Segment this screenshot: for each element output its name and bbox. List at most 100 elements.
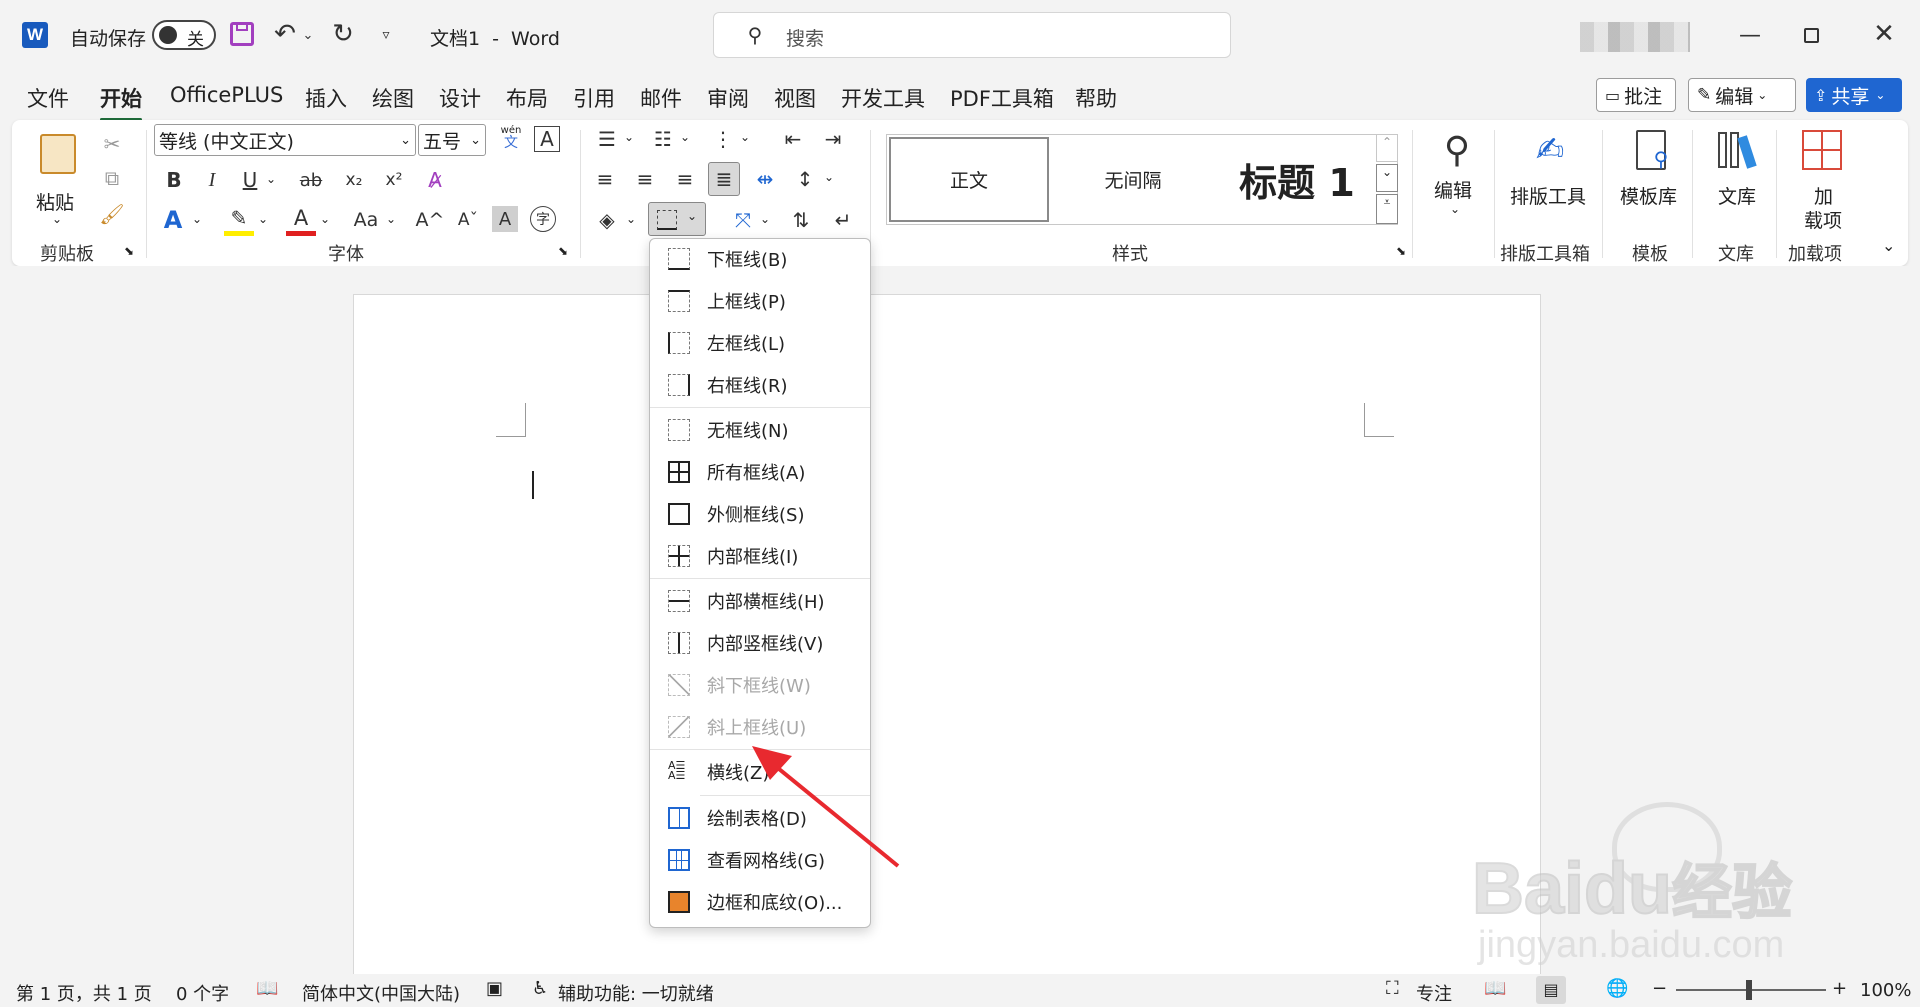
cut-icon[interactable]: ✂: [98, 130, 126, 158]
minimize-icon[interactable]: —: [1730, 18, 1770, 52]
tab-view[interactable]: 视图: [774, 83, 816, 113]
zoom-out-icon[interactable]: −: [1652, 978, 1667, 999]
dialog-launcher-icon[interactable]: ⬊: [1396, 244, 1406, 258]
autosave-toggle[interactable]: 关: [152, 20, 216, 50]
save-icon[interactable]: [230, 22, 254, 46]
close-icon[interactable]: ✕: [1866, 16, 1902, 52]
menu-item-inside-vertical[interactable]: 内部竖框线(V): [650, 625, 870, 661]
undo-dropdown-icon[interactable]: ⌄: [300, 20, 316, 50]
read-mode-icon[interactable]: 📖: [1484, 978, 1506, 999]
tab-developer[interactable]: 开发工具: [841, 83, 925, 113]
restore-icon[interactable]: [1804, 28, 1819, 43]
strikethrough-button[interactable]: ab: [296, 166, 326, 194]
phonetic-guide-button[interactable]: wén 文: [496, 124, 526, 156]
comments-button[interactable]: ▭ 批注: [1596, 78, 1676, 112]
library-button[interactable]: 文库: [1702, 126, 1772, 236]
style-heading-1[interactable]: 标题 1: [1217, 137, 1377, 222]
style-normal[interactable]: 正文: [889, 137, 1049, 222]
align-center-icon[interactable]: ≡: [630, 164, 660, 194]
highlight-button[interactable]: ✎: [224, 204, 254, 236]
chevron-down-icon[interactable]: ⌄: [624, 130, 634, 144]
italic-button[interactable]: I: [198, 166, 226, 194]
collapse-ribbon-icon[interactable]: ⌄: [1882, 236, 1895, 255]
text-effects-button[interactable]: A: [158, 204, 188, 236]
accessibility-icon[interactable]: ♿: [532, 978, 548, 999]
word-icon[interactable]: W: [22, 22, 48, 48]
chinese-layout-icon[interactable]: ⤧: [728, 204, 758, 236]
macro-icon[interactable]: ▣: [486, 978, 503, 999]
zoom-level[interactable]: 100%: [1860, 980, 1911, 1001]
addins-button[interactable]: 加 载项: [1784, 126, 1854, 236]
customize-qat-icon[interactable]: ▿: [374, 20, 398, 50]
template-library-button[interactable]: ⚲ 模板库: [1612, 126, 1688, 236]
justify-icon[interactable]: ≣: [708, 162, 740, 196]
dialog-launcher-icon[interactable]: ⬊: [558, 244, 568, 258]
paste-button[interactable]: 粘贴 ⌄: [34, 130, 82, 230]
line-spacing-icon[interactable]: ↕: [790, 164, 820, 194]
editing-mode-button[interactable]: ✎ 编辑 ⌄: [1688, 78, 1796, 112]
chevron-down-icon[interactable]: ⌄: [266, 172, 276, 186]
align-left-icon[interactable]: ≡: [590, 164, 620, 194]
menu-item-inside-horizontal[interactable]: 内部横框线(H): [650, 583, 870, 619]
font-name-combo[interactable]: 等线 (中文正文) ⌄: [154, 124, 416, 156]
grow-font-button[interactable]: A^: [414, 204, 446, 236]
chevron-down-icon[interactable]: ⌄: [386, 212, 396, 226]
menu-item-bottom-border[interactable]: 下框线(B): [650, 241, 870, 277]
accessibility-status[interactable]: 辅助功能: 一切就绪: [558, 980, 714, 1006]
menu-item-no-border[interactable]: 无框线(N): [650, 412, 870, 448]
chevron-down-icon[interactable]: ⌄: [824, 170, 834, 184]
change-case-button[interactable]: Aa: [346, 204, 386, 236]
tab-file[interactable]: 文件: [27, 83, 69, 113]
styles-more[interactable]: ⩡: [1376, 194, 1398, 224]
menu-item-inside-borders[interactable]: 内部框线(I): [650, 538, 870, 574]
proofing-icon[interactable]: 📖: [256, 978, 278, 999]
subscript-button[interactable]: x₂: [340, 166, 368, 194]
language-status[interactable]: 简体中文(中国大陆): [302, 980, 460, 1006]
word-count[interactable]: 0 个字: [176, 980, 229, 1006]
chevron-down-icon[interactable]: ⌄: [258, 212, 268, 226]
tab-insert[interactable]: 插入: [305, 83, 347, 113]
tab-home[interactable]: 开始: [100, 83, 142, 121]
copy-icon[interactable]: ⧉: [98, 164, 126, 192]
menu-item-all-borders[interactable]: 所有框线(A): [650, 454, 870, 490]
shading-icon[interactable]: ◈: [592, 204, 622, 236]
chevron-down-icon[interactable]: ⌄: [680, 130, 690, 144]
chevron-down-icon[interactable]: ⌄: [626, 212, 636, 226]
page-count[interactable]: 第 1 页，共 1 页: [16, 980, 152, 1006]
bullets-icon[interactable]: ☰: [592, 124, 622, 154]
dialog-launcher-icon[interactable]: ⬊: [124, 244, 134, 258]
increase-indent-icon[interactable]: ⇥: [818, 124, 848, 154]
superscript-button[interactable]: x²: [380, 166, 408, 194]
tab-layout[interactable]: 布局: [506, 83, 548, 113]
numbering-icon[interactable]: ☷: [648, 124, 678, 154]
bold-button[interactable]: B: [160, 166, 188, 194]
focus-label[interactable]: 专注: [1416, 980, 1452, 1006]
borders-button[interactable]: ⌄: [648, 202, 706, 236]
tab-draw[interactable]: 绘图: [372, 83, 414, 113]
chevron-down-icon[interactable]: ⌄: [192, 212, 202, 226]
tab-review[interactable]: 审阅: [707, 83, 749, 113]
zoom-in-icon[interactable]: +: [1832, 978, 1847, 999]
clear-formatting-icon[interactable]: A̷: [420, 166, 450, 194]
menu-item-left-border[interactable]: 左框线(L): [650, 325, 870, 361]
print-layout-icon[interactable]: ▤: [1536, 976, 1566, 1004]
style-no-spacing[interactable]: 无间隔: [1053, 137, 1213, 222]
decrease-indent-icon[interactable]: ⇤: [778, 124, 808, 154]
document-page[interactable]: [353, 294, 1541, 974]
tab-design[interactable]: 设计: [439, 83, 481, 113]
search-box[interactable]: ⚲ 搜索: [713, 12, 1231, 58]
font-color-button[interactable]: A: [286, 204, 316, 236]
character-shading-button[interactable]: A: [492, 206, 518, 232]
tab-references[interactable]: 引用: [573, 83, 615, 113]
layout-tools-button[interactable]: ✍ 排版工具: [1506, 126, 1592, 236]
share-button[interactable]: ⇪ 共享 ⌄: [1806, 78, 1902, 112]
focus-icon[interactable]: ⛶: [1386, 978, 1399, 999]
menu-item-outside-borders[interactable]: 外侧框线(S): [650, 496, 870, 532]
tab-pdf-tools[interactable]: PDF工具箱: [950, 83, 1054, 113]
sort-icon[interactable]: ⇅: [786, 204, 816, 236]
font-size-combo[interactable]: 五号 ⌄: [418, 124, 486, 156]
show-marks-icon[interactable]: ↵: [828, 204, 858, 236]
enclose-characters-button[interactable]: 字: [530, 206, 556, 232]
underline-button[interactable]: U: [236, 166, 264, 194]
undo-icon[interactable]: ↶: [270, 16, 300, 52]
